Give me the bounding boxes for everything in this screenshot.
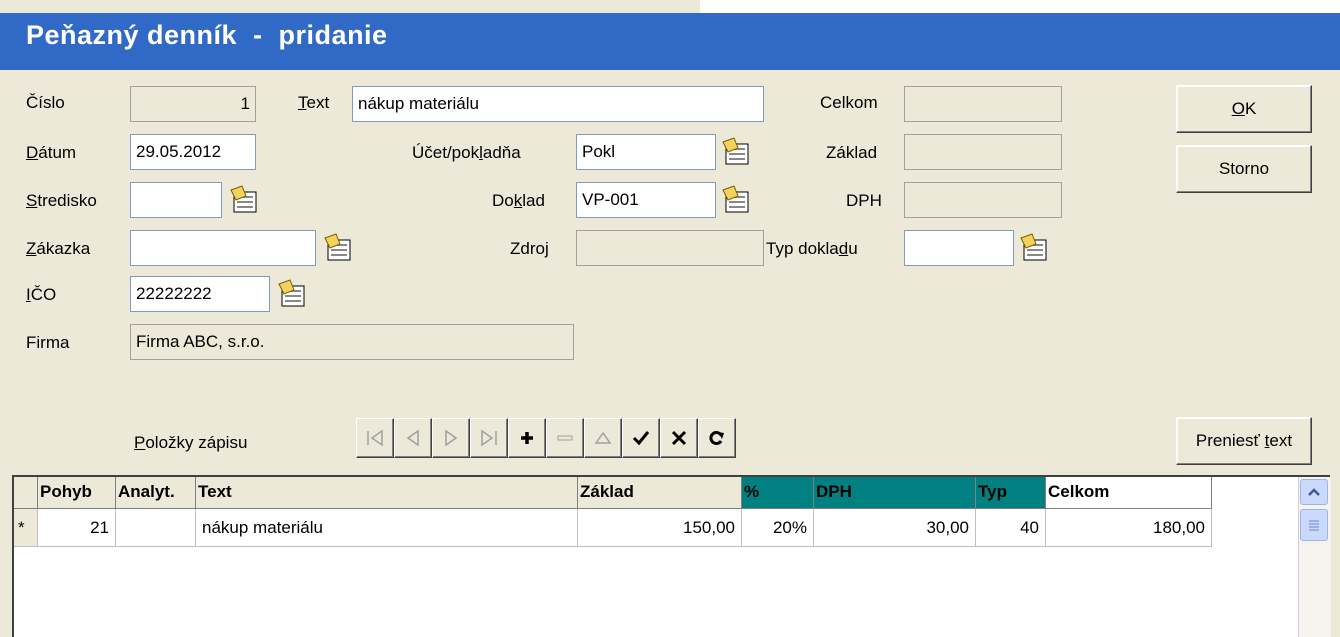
last-icon[interactable] bbox=[470, 418, 508, 458]
delete-icon[interactable] bbox=[546, 418, 584, 458]
grid-header-text[interactable]: Text bbox=[196, 477, 578, 509]
cell-analyt[interactable] bbox=[116, 509, 196, 547]
datum-label: Dátum bbox=[26, 143, 77, 162]
first-icon[interactable] bbox=[356, 418, 394, 458]
zaklad-field[interactable] bbox=[904, 134, 1062, 170]
ucet-lookup-icon[interactable] bbox=[720, 136, 754, 168]
ico-input[interactable]: 22222222 bbox=[130, 276, 270, 312]
cislo-label: Číslo bbox=[26, 93, 65, 112]
navigator bbox=[356, 418, 736, 458]
cell-dph[interactable]: 30,00 bbox=[814, 509, 976, 547]
ico-lookup-icon[interactable] bbox=[276, 278, 310, 310]
ok-button[interactable]: OK bbox=[1176, 85, 1312, 133]
stredisko-label: Stredisko bbox=[26, 191, 97, 210]
cell-pohyb[interactable]: 21 bbox=[38, 509, 116, 547]
cell-percent[interactable]: 20% bbox=[742, 509, 814, 547]
zakazka-input[interactable] bbox=[130, 230, 316, 266]
celkom-field[interactable] bbox=[904, 86, 1062, 122]
grid-header-pohyb[interactable]: Pohyb bbox=[38, 477, 116, 509]
zakazka-lookup-icon[interactable] bbox=[322, 232, 356, 264]
preniest-text-button[interactable]: Preniesť text bbox=[1176, 417, 1312, 465]
zakazka-label: Zákazka bbox=[26, 239, 91, 258]
ucet-input[interactable]: Pokl bbox=[576, 134, 716, 170]
doklad-lookup-icon[interactable] bbox=[720, 184, 754, 216]
cell-typ[interactable]: 40 bbox=[976, 509, 1046, 547]
next-icon[interactable] bbox=[432, 418, 470, 458]
stredisko-input[interactable] bbox=[130, 182, 222, 218]
grid-header-indicator bbox=[14, 477, 38, 509]
celkom-label: Celkom bbox=[820, 93, 878, 112]
ico-label: IČO bbox=[26, 285, 57, 304]
text-input[interactable]: nákup materiálu bbox=[352, 86, 764, 122]
firma-field[interactable]: Firma ABC, s.r.o. bbox=[130, 324, 574, 360]
cancel-icon[interactable] bbox=[660, 418, 698, 458]
scroll-up-icon[interactable] bbox=[1300, 479, 1328, 505]
zdroj-label: Zdroj bbox=[510, 239, 549, 258]
doklad-label: Doklad bbox=[492, 191, 545, 210]
top-strip bbox=[0, 0, 700, 13]
dph-label: DPH bbox=[846, 191, 882, 210]
grid-header-typ[interactable]: Typ bbox=[976, 477, 1046, 509]
firma-label: Firma bbox=[26, 333, 70, 352]
prior-icon[interactable] bbox=[394, 418, 432, 458]
grid-header-dph[interactable]: DPH bbox=[814, 477, 976, 509]
zaklad-label: Základ bbox=[826, 143, 878, 162]
scroll-thumb[interactable] bbox=[1300, 509, 1328, 541]
text-label: Text bbox=[298, 93, 330, 112]
dph-field[interactable] bbox=[904, 182, 1062, 218]
row-indicator: * bbox=[14, 509, 38, 547]
top-strip-right bbox=[700, 0, 1340, 13]
storno-button[interactable]: Storno bbox=[1176, 145, 1312, 193]
grid-header-zaklad[interactable]: Základ bbox=[578, 477, 742, 509]
cell-text[interactable]: nákup materiálu bbox=[196, 509, 578, 547]
insert-icon[interactable] bbox=[508, 418, 546, 458]
cell-celkom[interactable]: 180,00 bbox=[1046, 509, 1212, 547]
zdroj-field[interactable] bbox=[576, 230, 764, 266]
window-title: Peňazný denník - pridanie bbox=[26, 20, 388, 50]
grid-header-analyt[interactable]: Analyt. bbox=[116, 477, 196, 509]
typ-dokladu-lookup-icon[interactable] bbox=[1018, 232, 1052, 264]
ucet-label: Účet/pokladňa bbox=[412, 143, 521, 162]
post-icon[interactable] bbox=[622, 418, 660, 458]
typ-dokladu-label: Typ dokladu bbox=[766, 239, 858, 258]
cell-zaklad[interactable]: 150,00 bbox=[578, 509, 742, 547]
grid-header-percent[interactable]: % bbox=[742, 477, 814, 509]
doklad-input[interactable]: VP-001 bbox=[576, 182, 716, 218]
cislo-field[interactable]: 1 bbox=[130, 86, 256, 122]
refresh-icon[interactable] bbox=[698, 418, 736, 458]
edit-icon[interactable] bbox=[584, 418, 622, 458]
typ-dokladu-input[interactable] bbox=[904, 230, 1014, 266]
grid-header-celkom[interactable]: Celkom bbox=[1046, 477, 1212, 509]
items-label: Položky zápisu bbox=[134, 433, 248, 452]
stredisko-lookup-icon[interactable] bbox=[228, 184, 262, 216]
datum-input[interactable]: 29.05.2012 bbox=[130, 134, 256, 170]
